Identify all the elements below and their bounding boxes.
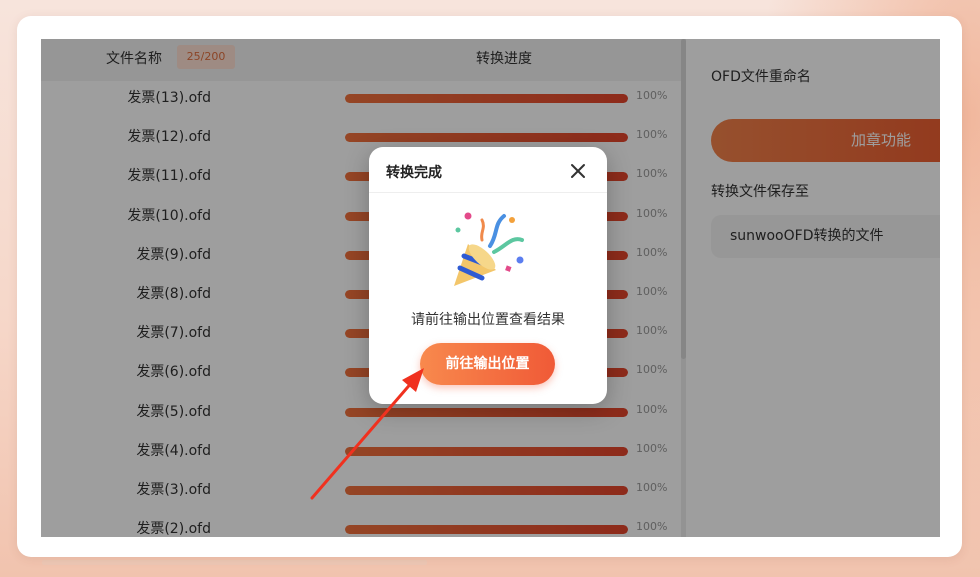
dialog-title: 转换完成 <box>386 165 442 181</box>
conversion-complete-dialog: 转换完成 请前往输出位置查看结果 前往输出位置 <box>369 147 607 404</box>
party-popper-icon <box>446 206 528 292</box>
dialog-divider <box>369 192 607 193</box>
dialog-message: 请前往输出位置查看结果 <box>411 312 565 328</box>
background-underline <box>42 560 427 565</box>
close-icon[interactable] <box>567 160 589 182</box>
app-window: 文件名称 25/200 转换进度 发票(13).ofd 100% 发票(12).of… <box>41 39 940 537</box>
go-to-output-button[interactable]: 前往输出位置 <box>420 343 555 385</box>
